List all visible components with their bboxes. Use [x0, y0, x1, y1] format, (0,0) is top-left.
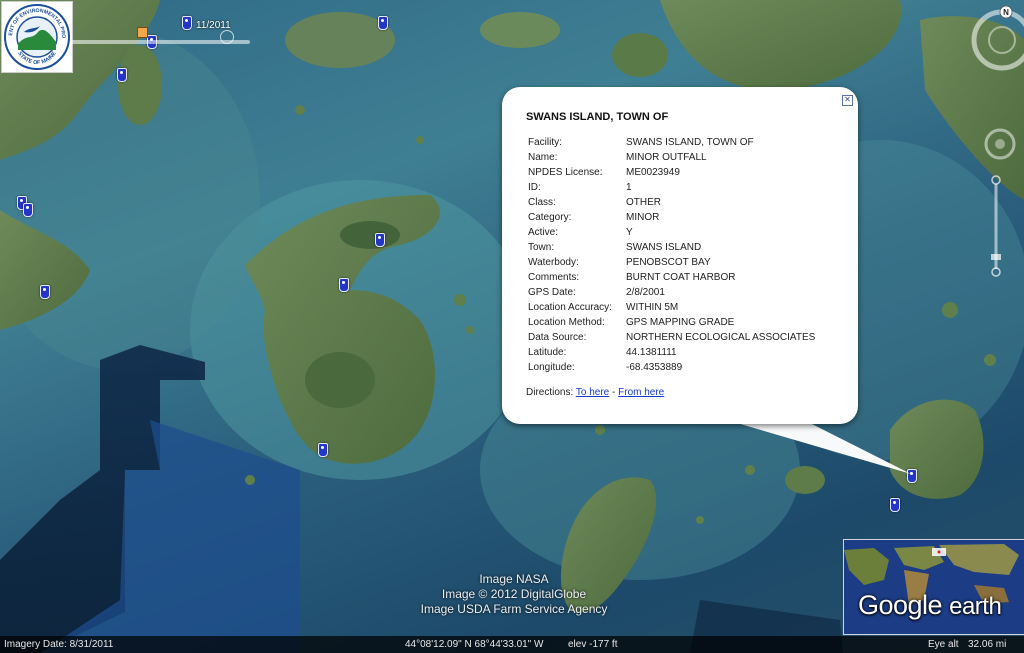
move-joystick[interactable] [984, 128, 1016, 160]
attribute-row: Active: Y [528, 225, 815, 240]
placemark-icon[interactable] [23, 203, 33, 217]
attribute-row: ID: 1 [528, 180, 815, 195]
zoom-slider[interactable] [991, 175, 1001, 277]
directions-to-here-link[interactable]: To here [576, 387, 609, 398]
attribute-value: 1 [626, 182, 632, 193]
imagery-date: Imagery Date: 8/31/2011 [4, 639, 114, 650]
attribute-row: Class: OTHER [528, 195, 815, 210]
attribute-row: Town: SWANS ISLAND [528, 240, 815, 255]
time-slider-handle[interactable] [137, 27, 148, 38]
attribute-value: MINOR [626, 212, 660, 223]
attribute-value: 2/8/2001 [626, 287, 665, 298]
attribution-line: Image © 2012 DigitalGlobe [441, 587, 587, 601]
attribute-row: Data Source: NORTHERN ECOLOGICAL ASSOCIAT… [528, 330, 815, 345]
attribute-key: Location Accuracy: [528, 302, 612, 313]
attribute-row: GPS Date: 2/8/2001 [528, 285, 815, 300]
attribute-row: Waterbody: PENOBSCOT BAY [528, 255, 815, 270]
attribute-value: PENOBSCOT BAY [626, 257, 711, 268]
attribute-table: Facility: SWANS ISLAND, TOWN OF Name: MINOR… [528, 135, 815, 375]
directions-row: Directions: To here - From here [526, 387, 664, 398]
attribute-row: Longitude: -68.4353889 [528, 360, 815, 375]
placemark-icon[interactable] [890, 498, 900, 512]
attribute-value: 44.1381111 [626, 347, 677, 358]
directions-from-here-link[interactable]: From here [618, 387, 664, 398]
placemark-icon[interactable] [117, 68, 127, 82]
attribute-key: Class: [528, 197, 556, 208]
attribute-key: Facility: [528, 137, 562, 148]
attribute-key: Waterbody: [528, 257, 579, 268]
zoom-slider-handle [991, 254, 1001, 260]
placemark-icon[interactable] [375, 233, 385, 247]
placemark-icon[interactable] [40, 285, 50, 299]
attribute-value: ME0023949 [626, 167, 680, 178]
close-x-icon[interactable]: ✕ [842, 95, 853, 106]
attribute-key: Category: [528, 212, 572, 223]
attribute-row: Comments: BURNT COAT HARBOR [528, 270, 815, 285]
attribute-value: Y [626, 227, 633, 238]
imagery-attribution: Image NASA Image © 2012 DigitalGlobe Ima… [412, 572, 616, 617]
eye-altitude-label: Eye alt [928, 639, 959, 650]
placemark-icon[interactable] [339, 278, 349, 292]
attribute-row: Name: MINOR OUTFALL [528, 150, 815, 165]
attribution-line: Image USDA Farm Service Agency [420, 602, 608, 616]
attribute-value: WITHIN 5M [626, 302, 679, 313]
eye-altitude-value: 32.06 mi [968, 639, 1007, 650]
attribute-value: MINOR OUTFALL [626, 152, 707, 163]
time-slider-settings-icon[interactable] [220, 30, 234, 44]
attribute-value: BURNT COAT HARBOR [626, 272, 736, 283]
compass-north-label: N [1003, 8, 1009, 17]
cursor-coordinates: 44°08'12.09" N 68°44'33.01" W [405, 639, 544, 650]
placemark-icon[interactable] [378, 16, 388, 30]
attribute-key: Name: [528, 152, 558, 163]
attribute-value: NORTHERN ECOLOGICAL ASSOCIATES [626, 332, 816, 343]
attribute-key: ID: [528, 182, 541, 193]
attribute-row: Latitude: 44.1381111 [528, 345, 815, 360]
placemark-icon selected[interactable] [907, 469, 917, 483]
attribute-value: SWANS ISLAND [626, 242, 702, 253]
cursor-elevation: elev -177 ft [568, 639, 618, 650]
attribute-row: NPDES License: ME0023949 [528, 165, 815, 180]
time-slider[interactable]: 11/2011 [62, 16, 257, 50]
attribute-key: Location Method: [528, 317, 605, 328]
attribute-key: NPDES License: [528, 167, 603, 178]
attribute-row: Location Method: GPS MAPPING GRADE [528, 315, 815, 330]
attribute-key: GPS Date: [528, 287, 576, 298]
navigation-controls[interactable]: N [968, 4, 1024, 284]
overview-map[interactable]: Google earth [843, 539, 1024, 635]
attribute-key: Longitude: [528, 362, 575, 373]
look-joystick[interactable] [971, 9, 1024, 71]
attribute-row: Location Accuracy: WITHIN 5M [528, 300, 815, 315]
attribute-value: OTHER [626, 197, 661, 208]
attribute-row: Facility: SWANS ISLAND, TOWN OF [528, 135, 815, 150]
attribute-key: Town: [528, 242, 555, 253]
attribution-line: Image NASA [479, 572, 549, 586]
status-bar: Imagery Date: 8/31/2011 44°08'12.09" N 6… [0, 636, 1024, 653]
attribute-value: -68.4353889 [626, 362, 683, 373]
earth-map-view[interactable]: DEPARTMENT OF ENVIRONMENTAL PROTECTION S… [0, 0, 1024, 653]
attribute-row: Category: MINOR [528, 210, 815, 225]
brand-google: Google [858, 590, 943, 620]
attribute-value: SWANS ISLAND, TOWN OF [626, 137, 754, 148]
balloon-title: SWANS ISLAND, TOWN OF [526, 111, 669, 123]
attribute-key: Active: [528, 227, 559, 238]
brand-earth: earth [949, 593, 1002, 620]
placemark-info-balloon: ✕ SWANS ISLAND, TOWN OF Facility: SWANS I… [502, 87, 858, 424]
attribute-key: Data Source: [528, 332, 587, 343]
time-slider-date: 11/2011 [196, 20, 231, 31]
attribute-key: Comments: [528, 272, 580, 283]
directions-label: Directions: [526, 387, 574, 398]
placemark-icon[interactable] [318, 443, 328, 457]
attribute-value: GPS MAPPING GRADE [626, 317, 735, 328]
attribute-key: Latitude: [528, 347, 567, 358]
directions-separator: - [612, 387, 616, 398]
google-earth-logo: Google earth [858, 590, 1002, 621]
